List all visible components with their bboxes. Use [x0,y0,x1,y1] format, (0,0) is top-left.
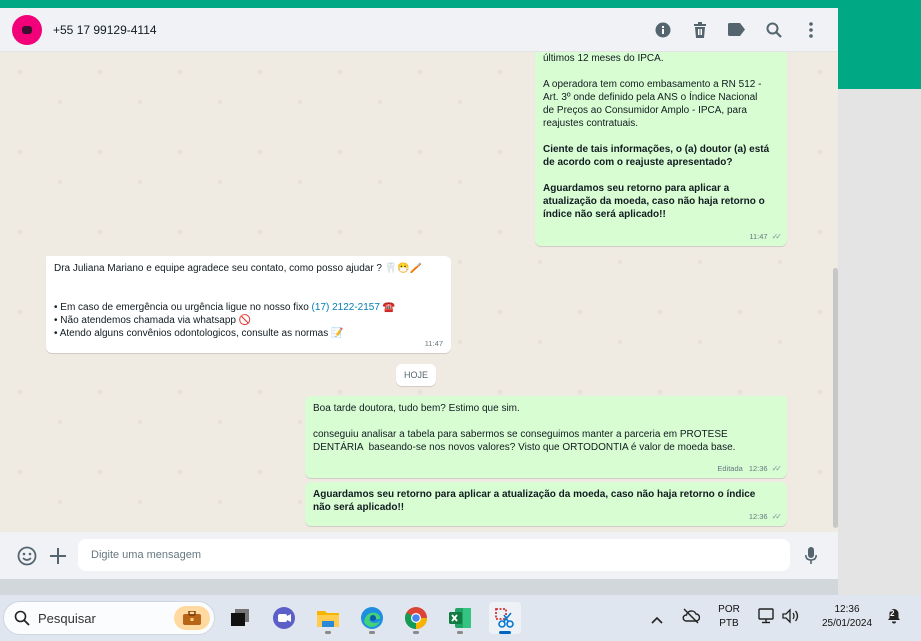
message-text: • Em caso de emergência ou urgência ligu… [54,302,396,313]
message-outgoing[interactable]: Boa tarde doutora, tudo bem? Estimo que … [305,396,787,478]
message-incoming[interactable]: Dra Juliana Mariano e equipe agradece se… [46,256,451,353]
message-time: 11:47 [749,232,768,241]
search-icon[interactable] [764,20,783,39]
message-outgoing[interactable]: Aguardamos seu retorno para aplicar a at… [305,482,787,526]
search-label: Pesquisar [38,610,96,626]
date-separator: HOJE [396,364,436,386]
message-time: 12:36 [748,464,768,473]
running-indicator [413,631,419,634]
background-accent [838,8,921,89]
edited-label: Editada [717,464,743,473]
double-check-icon: ✓✓ [771,232,783,241]
double-check-icon: ✓✓ [771,512,783,521]
chat-header: +55 17 99129-4114 [0,8,838,52]
display-icon[interactable] [758,608,776,629]
message-meta: 11:47 [425,337,443,350]
message-text: Aguardamos seu retorno para aplicar a at… [313,489,756,513]
running-indicator [369,631,375,634]
message-text: Ciente de tais informações, o (a) doutor… [543,144,770,168]
message-meta: 12:36 ✓✓ [748,510,783,523]
message-meta: 11:47 ✓✓ [749,230,783,243]
clock-time: 12:36 [834,604,860,615]
file-explorer-icon[interactable] [312,602,344,634]
briefcase-icon [174,606,210,630]
whatsapp-chat-window: +55 17 99129-4114 últimos 12 meses do IP… [0,8,838,595]
scrollbar[interactable] [833,268,838,528]
notification-count: 2 [890,609,895,618]
excel-icon[interactable] [444,602,476,634]
speaker-icon[interactable] [782,608,800,629]
window-bottom-edge [0,579,838,595]
double-check-icon: ✓✓ [771,464,783,473]
notification-bell-icon[interactable]: 2 [887,608,903,626]
message-text: últimos 12 meses do IPCA. [543,53,664,64]
menu-icon[interactable] [801,20,820,39]
keyboard-language[interactable]: POR PTB [714,603,744,631]
phone-link[interactable]: (17) 2122-2157 [312,302,380,313]
keyboard-layout: PTB [719,618,739,629]
message-text: conseguiu analisar a tabela para sabermo… [313,429,736,453]
message-composer [0,532,838,579]
message-list[interactable]: últimos 12 meses do IPCA. A operadora te… [0,52,838,532]
language-code: POR [718,604,740,615]
running-indicator [457,631,463,634]
message-input[interactable] [78,539,790,571]
message-text: A operadora tem como embasamento a RN 51… [543,79,762,129]
label-icon[interactable] [727,20,746,39]
clock-date: 25/01/2024 [821,618,873,629]
chrome-browser-icon[interactable] [400,602,432,634]
meet-app-icon[interactable] [268,602,300,634]
message-outgoing[interactable]: últimos 12 meses do IPCA. A operadora te… [535,52,787,246]
message-text: Dra Juliana Mariano e equipe agradece se… [54,263,423,274]
contact-avatar[interactable] [12,14,42,45]
search-icon [14,610,30,626]
window-top-bar [0,0,921,8]
emoji-icon[interactable] [16,545,38,567]
background-panel [838,89,921,595]
system-clock[interactable]: 12:36 25/01/2024 [812,603,882,631]
microphone-icon[interactable] [800,545,822,567]
edge-browser-icon[interactable] [356,602,388,634]
contact-name[interactable]: +55 17 99129-4114 [53,23,157,37]
message-time: 12:36 [748,512,768,521]
windows-taskbar: Pesquisar POR PTB 12:36 25/01/2024 2 [0,595,921,641]
taskbar-search[interactable]: Pesquisar [3,601,215,635]
message-text: Boa tarde doutora, tudo bem? Estimo que … [313,403,520,414]
running-indicator [499,631,511,634]
task-view-icon[interactable] [224,602,256,634]
trash-icon[interactable] [690,20,709,39]
cloud-off-icon[interactable] [682,608,701,629]
message-text: • Não atendemos chamada via whatsapp 🚫 [54,315,252,326]
snipping-tool-icon[interactable] [489,602,521,634]
message-text: Aguardamos seu retorno para aplicar a at… [543,183,765,220]
message-time: 11:47 [424,339,443,348]
running-indicator [325,631,331,634]
message-text: • Atendo alguns convênios odontologicos,… [54,328,344,339]
chevron-up-icon[interactable] [651,611,663,629]
info-icon[interactable] [653,20,672,39]
message-meta: Editada 12:36 ✓✓ [717,462,783,475]
attach-plus-icon[interactable] [47,545,69,567]
